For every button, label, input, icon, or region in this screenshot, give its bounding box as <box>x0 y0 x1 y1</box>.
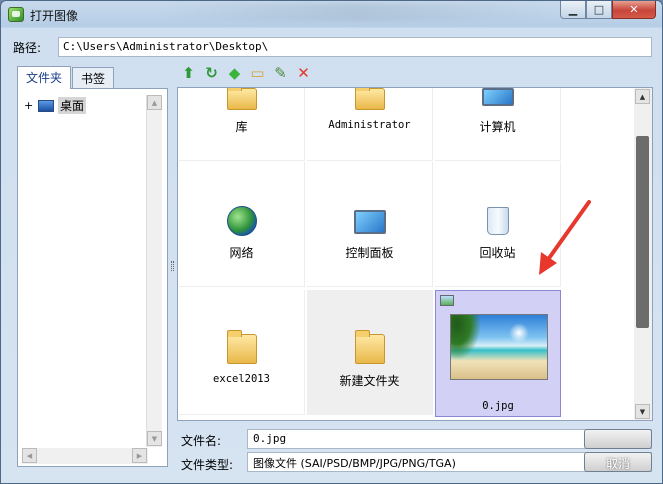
bookmark-button[interactable]: ◆ <box>225 63 244 82</box>
tab-folders[interactable]: 文件夹 <box>17 66 72 89</box>
new-folder-icon: ▭ <box>250 63 265 82</box>
tree-item-desktop[interactable]: + 桌面 <box>24 97 87 114</box>
image-thumbnail <box>450 314 548 380</box>
delete-icon: ✕ <box>297 63 310 82</box>
delete-button[interactable]: ✕ <box>294 63 313 82</box>
file-item-label: 控制面板 <box>345 246 394 260</box>
tree-horizontal-scrollbar[interactable]: ◀ ▶ <box>22 448 148 464</box>
file-item-label: 库 <box>235 120 248 134</box>
control-panel-icon <box>354 210 386 234</box>
library-icon <box>227 88 257 110</box>
file-item-label: excel2013 <box>213 373 270 385</box>
file-item-label: 新建文件夹 <box>339 374 400 388</box>
file-item[interactable]: 网络 <box>179 162 305 287</box>
panel-splitter[interactable] <box>171 261 174 271</box>
background-blur <box>166 3 546 21</box>
network-icon <box>227 206 257 236</box>
scroll-up-button[interactable]: ▲ <box>635 89 650 104</box>
grid-vertical-scrollbar[interactable]: ▲ ▼ <box>634 88 652 420</box>
scroll-left-button[interactable]: ◀ <box>22 448 37 463</box>
triangle-left-icon: ◀ <box>26 451 33 460</box>
file-item-label: 网络 <box>229 246 254 260</box>
refresh-icon: ↻ <box>205 63 218 82</box>
triangle-down-icon: ▼ <box>639 407 646 416</box>
file-item[interactable]: 计算机 <box>435 88 561 161</box>
image-type-icon <box>440 295 454 306</box>
scroll-up-button[interactable]: ▲ <box>147 95 162 110</box>
file-item-label: 0.jpg <box>482 400 514 412</box>
caption-buttons: ▁ □ ✕ <box>560 1 656 19</box>
new-folder-button[interactable]: ▭ <box>248 63 267 82</box>
triangle-right-icon: ▶ <box>136 451 143 460</box>
folder-icon <box>355 330 385 364</box>
tag-icon: ◆ <box>228 63 241 82</box>
file-item[interactable]: 控制面板 <box>307 162 433 287</box>
tree-expander[interactable]: + <box>24 99 34 112</box>
file-item[interactable]: excel2013 <box>179 290 305 415</box>
refresh-button[interactable]: ↻ <box>202 63 221 82</box>
minimize-button[interactable]: ▁ <box>560 1 586 19</box>
up-folder-icon: ⬆ <box>182 63 195 82</box>
folder-icon <box>227 330 257 364</box>
scroll-down-button[interactable]: ▼ <box>635 404 650 419</box>
path-input[interactable]: C:\Users\Administrator\Desktop\ <box>58 37 652 57</box>
desktop-icon <box>38 99 54 112</box>
path-label: 路径: <box>13 41 42 55</box>
rename-icon: ✎ <box>274 63 287 82</box>
file-item-label: Administrator <box>328 119 411 131</box>
tab-bookmarks[interactable]: 书签 <box>72 67 115 88</box>
toolbar: ⬆ ↻ ◆ ▭ ✎ ✕ <box>179 63 313 82</box>
close-icon: ✕ <box>629 3 639 16</box>
file-item[interactable]: 回收站 <box>435 162 561 287</box>
filetype-label: 文件类型: <box>181 458 234 472</box>
computer-icon <box>482 88 514 106</box>
app-icon <box>8 7 24 22</box>
maximize-button[interactable]: □ <box>586 1 612 19</box>
file-item[interactable]: Administrator <box>307 88 433 161</box>
close-button[interactable]: ✕ <box>612 1 656 19</box>
maximize-icon: □ <box>593 3 605 16</box>
recycle-bin-icon <box>487 207 509 235</box>
file-item-label: 回收站 <box>479 246 516 260</box>
user-folder-icon <box>355 88 385 110</box>
file-item-label: 计算机 <box>479 120 516 134</box>
tree-item-label: 桌面 <box>58 97 87 114</box>
folder-tree-panel: + 桌面 ▲ ▼ ◀ ▶ <box>17 88 168 467</box>
title-bar[interactable]: 打开图像 ▁ □ ✕ <box>1 1 662 28</box>
open-image-dialog: 打开图像 ▁ □ ✕ 路径: C:\Users\Administrator\De… <box>0 0 663 484</box>
rename-button[interactable]: ✎ <box>271 63 290 82</box>
file-item[interactable]: 库 <box>179 88 305 161</box>
tree-vertical-scrollbar[interactable]: ▲ ▼ <box>146 95 162 447</box>
triangle-up-icon: ▲ <box>639 92 646 101</box>
scroll-right-button[interactable]: ▶ <box>132 448 147 463</box>
window-title: 打开图像 <box>30 9 79 23</box>
scroll-down-button[interactable]: ▼ <box>147 431 162 446</box>
triangle-up-icon: ▲ <box>151 98 158 107</box>
file-item-selected[interactable]: 0.jpg <box>435 290 561 417</box>
minimize-icon: ▁ <box>568 3 578 16</box>
scrollbar-thumb[interactable] <box>636 136 649 328</box>
file-item[interactable]: 新建文件夹 <box>307 290 433 415</box>
up-folder-button[interactable]: ⬆ <box>179 63 198 82</box>
cancel-button[interactable]: 取消 <box>584 452 652 472</box>
file-grid: 库 Administrator 计算机 网络 控制面板 回收站 excel201… <box>177 87 653 421</box>
filename-label: 文件名: <box>181 434 222 448</box>
ok-button[interactable] <box>584 429 652 449</box>
triangle-down-icon: ▼ <box>151 434 158 443</box>
